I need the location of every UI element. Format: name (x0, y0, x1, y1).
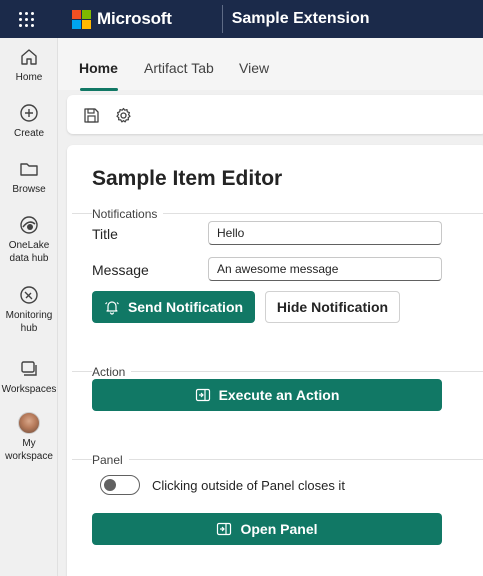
toggle-knob (104, 479, 116, 491)
close-on-outside-click-toggle[interactable] (100, 475, 140, 495)
rail-label-browse: Browse (12, 184, 46, 195)
panel-enter-icon (195, 387, 211, 403)
rail-label-create: Create (13, 128, 44, 139)
send-notification-button[interactable]: Send Notification (92, 291, 255, 323)
app-launcher-button[interactable] (0, 0, 52, 38)
rail-item-monitoring[interactable]: Monitoring hub (0, 284, 58, 335)
rail-label-workspaces: Workspaces (1, 384, 57, 395)
tab-home[interactable]: Home (79, 60, 118, 76)
workspaces-icon (18, 358, 40, 380)
rail-item-onelake[interactable]: OneLake data hub (0, 214, 58, 265)
tab-view[interactable]: View (239, 60, 269, 76)
execute-action-label: Execute an Action (218, 387, 340, 403)
execute-action-button[interactable]: Execute an Action (92, 379, 442, 411)
folder-icon (18, 158, 40, 180)
save-button[interactable] (81, 105, 101, 125)
settings-icon (115, 107, 131, 122)
brand-name: Microsoft (97, 9, 172, 28)
ribbon-toolbar (67, 95, 483, 134)
title-label: Title (92, 226, 118, 242)
home-icon (18, 46, 40, 68)
rail-label-home: Home (15, 72, 43, 83)
rail-item-browse[interactable]: Browse (0, 158, 58, 196)
create-icon (18, 102, 40, 124)
save-icon (83, 107, 99, 123)
rail-item-my-workspace[interactable]: My workspace (0, 412, 58, 463)
top-header-bar: Microsoft Sample Extension (0, 0, 483, 38)
action-divider (72, 371, 483, 372)
microsoft-logo-icon (72, 9, 91, 29)
hide-notification-button[interactable]: Hide Notification (265, 291, 400, 323)
notifications-section-label: Notifications (92, 207, 164, 221)
header-divider (221, 5, 223, 33)
rail-label-monitoring: Monitoring hub (5, 310, 53, 334)
ribbon-tabs: Home Artifact Tab View (58, 38, 483, 90)
microsoft-logo[interactable]: Microsoft (72, 9, 172, 29)
action-section-label: Action (92, 365, 132, 379)
message-input[interactable] (208, 257, 442, 281)
editor-panel: Sample Item Editor Notifications Title M… (67, 145, 483, 576)
rail-item-create[interactable]: Create (0, 102, 58, 140)
title-input[interactable] (208, 221, 442, 245)
bell-alert-icon (104, 299, 120, 315)
rail-label-onelake: OneLake data hub (8, 240, 50, 264)
panel-section-label: Panel (92, 453, 129, 467)
settings-button[interactable] (113, 105, 133, 125)
message-label: Message (92, 262, 149, 278)
active-tab-indicator (80, 88, 118, 91)
panel-divider (72, 459, 483, 460)
waffle-icon (18, 11, 34, 27)
onelake-icon (18, 214, 40, 236)
rail-item-workspaces[interactable]: Workspaces (0, 358, 58, 396)
open-panel-button[interactable]: Open Panel (92, 513, 442, 545)
panel-enter-icon (216, 521, 232, 537)
open-panel-label: Open Panel (240, 521, 318, 537)
rail-label-my-workspace: My workspace (5, 438, 53, 462)
left-nav-rail: Home Create Browse OneLake data hub Moni… (0, 38, 58, 576)
monitoring-icon (18, 284, 40, 306)
toggle-label: Clicking outside of Panel closes it (152, 478, 345, 493)
rail-item-home[interactable]: Home (0, 46, 58, 84)
page-title: Sample Item Editor (92, 167, 283, 190)
app-title: Sample Extension (231, 10, 370, 27)
avatar (18, 412, 40, 434)
send-notification-label: Send Notification (127, 299, 244, 315)
tab-artifact[interactable]: Artifact Tab (144, 60, 214, 76)
